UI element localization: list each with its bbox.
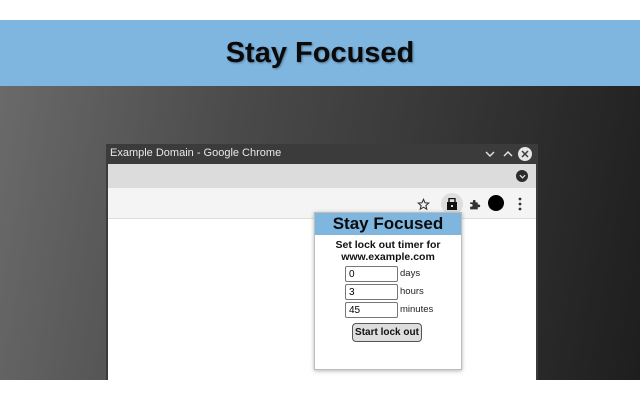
hours-row: hours <box>345 284 455 300</box>
banner-title: Stay Focused <box>225 36 415 69</box>
extensions-button[interactable] <box>466 196 482 212</box>
hours-input[interactable] <box>345 284 398 300</box>
close-icon <box>518 147 532 161</box>
chevron-down-icon <box>485 151 495 157</box>
window-titlebar[interactable]: Example Domain - Google Chrome <box>106 144 538 164</box>
minutes-input[interactable] <box>345 302 398 318</box>
popup-description: Set lock out timer for www.example.com <box>315 239 461 263</box>
stay-focused-extension-icon <box>447 198 457 210</box>
close-window-button[interactable] <box>517 146 533 162</box>
bookmark-star-button[interactable] <box>415 196 431 212</box>
minutes-row: minutes <box>345 302 455 318</box>
star-icon <box>416 197 430 210</box>
popup-header: Stay Focused <box>315 213 461 235</box>
chevron-down-icon <box>518 174 526 179</box>
minutes-label: minutes <box>400 304 434 315</box>
start-lockout-button[interactable]: Start lock out <box>352 323 422 342</box>
chevron-up-icon <box>503 151 513 157</box>
maximize-button[interactable] <box>500 146 516 162</box>
popup-title: Stay Focused <box>332 214 444 233</box>
popup-description-line: Set lock out timer for <box>335 239 441 251</box>
avatar[interactable] <box>488 195 504 211</box>
hours-label: hours <box>400 286 424 297</box>
window-title: Example Domain - Google Chrome <box>110 147 282 159</box>
tab-search-button[interactable] <box>516 170 528 182</box>
tab-strip <box>108 164 536 188</box>
days-row: days <box>345 266 455 282</box>
extension-popup: Stay Focused Set lock out timer for www.… <box>314 212 462 370</box>
days-input[interactable] <box>345 266 398 282</box>
more-menu-icon <box>518 197 522 211</box>
puzzle-icon <box>469 199 480 209</box>
days-label: days <box>400 268 421 279</box>
minimize-button[interactable] <box>482 146 498 162</box>
site-domain: www.example.com <box>341 251 435 263</box>
more-menu-button[interactable] <box>512 196 528 212</box>
promo-banner: Stay Focused <box>0 20 640 86</box>
